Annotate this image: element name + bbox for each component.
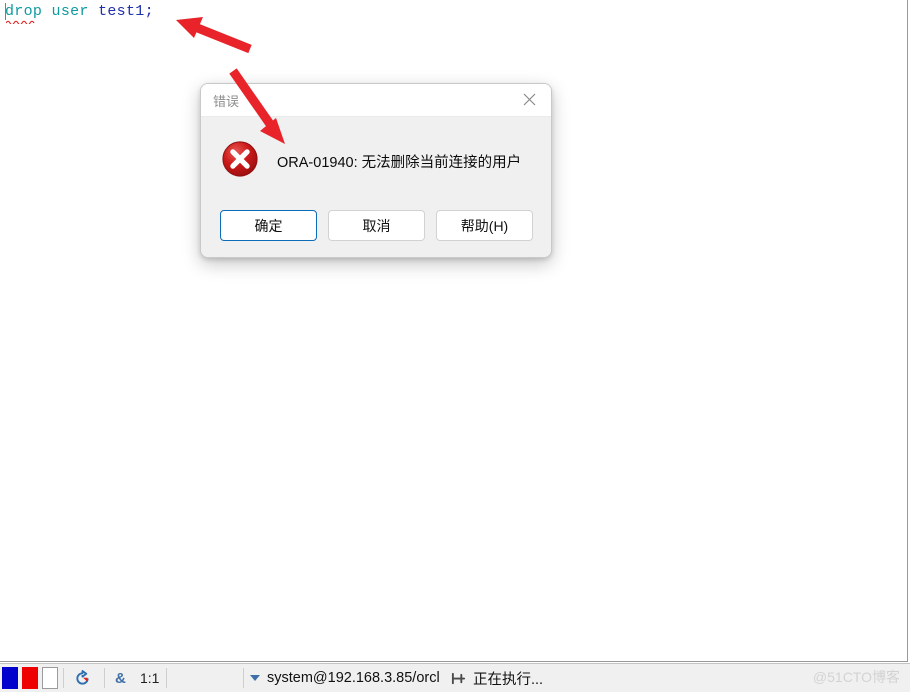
status-separator-2: [104, 668, 105, 688]
color-chip-white[interactable]: [42, 667, 58, 689]
color-chip-red[interactable]: [22, 667, 38, 689]
session-ampersand-indicator[interactable]: &: [115, 664, 126, 692]
execution-status-text: 正在执行...: [473, 671, 544, 688]
refresh-icon[interactable]: [74, 664, 91, 692]
dialog-button-row: 确定 取消 帮助(H): [201, 210, 551, 257]
connection-indicator[interactable]: system@192.168.3.85/orcl: [267, 664, 440, 692]
close-icon[interactable]: [507, 84, 551, 115]
status-separator-4: [243, 668, 244, 688]
sql-identifier-test1: test1;: [98, 3, 154, 20]
help-button[interactable]: 帮助(H): [436, 210, 533, 241]
error-circle-x-icon: [221, 140, 259, 178]
application-window: drop user test1; 错误 ORA-01940: 无法删除当前连接的…: [0, 0, 910, 692]
status-separator-1: [63, 668, 64, 688]
sql-keyword-user: user: [51, 3, 89, 20]
cancel-button[interactable]: 取消: [328, 210, 425, 241]
cursor-position-indicator: 1:1: [140, 670, 160, 686]
spellcheck-squiggle-icon: [6, 20, 35, 24]
chevron-down-icon[interactable]: [250, 664, 260, 692]
color-chip-blue[interactable]: [2, 667, 18, 689]
dialog-title-bar: 错误: [201, 84, 551, 117]
status-bar: & 1:1 system@192.168.3.85/orcl 正在执行... @…: [0, 663, 910, 692]
dialog-body: ORA-01940: 无法删除当前连接的用户: [201, 117, 551, 210]
status-separator-3: [166, 668, 167, 688]
pin-icon[interactable]: [450, 664, 467, 692]
ok-button[interactable]: 确定: [220, 210, 317, 241]
sql-space-2: [89, 3, 98, 20]
sql-keyword-drop: drop: [5, 3, 43, 20]
watermark-label: @51CTO博客: [812, 669, 900, 685]
sql-space-1: [42, 3, 51, 20]
error-message-text: ORA-01940: 无法删除当前连接的用户: [277, 155, 522, 171]
dialog-title: 错误: [213, 94, 240, 109]
error-dialog[interactable]: 错误 ORA-01940: 无法删除当前连接的用户 确定 取消 帮助(H): [200, 83, 552, 258]
